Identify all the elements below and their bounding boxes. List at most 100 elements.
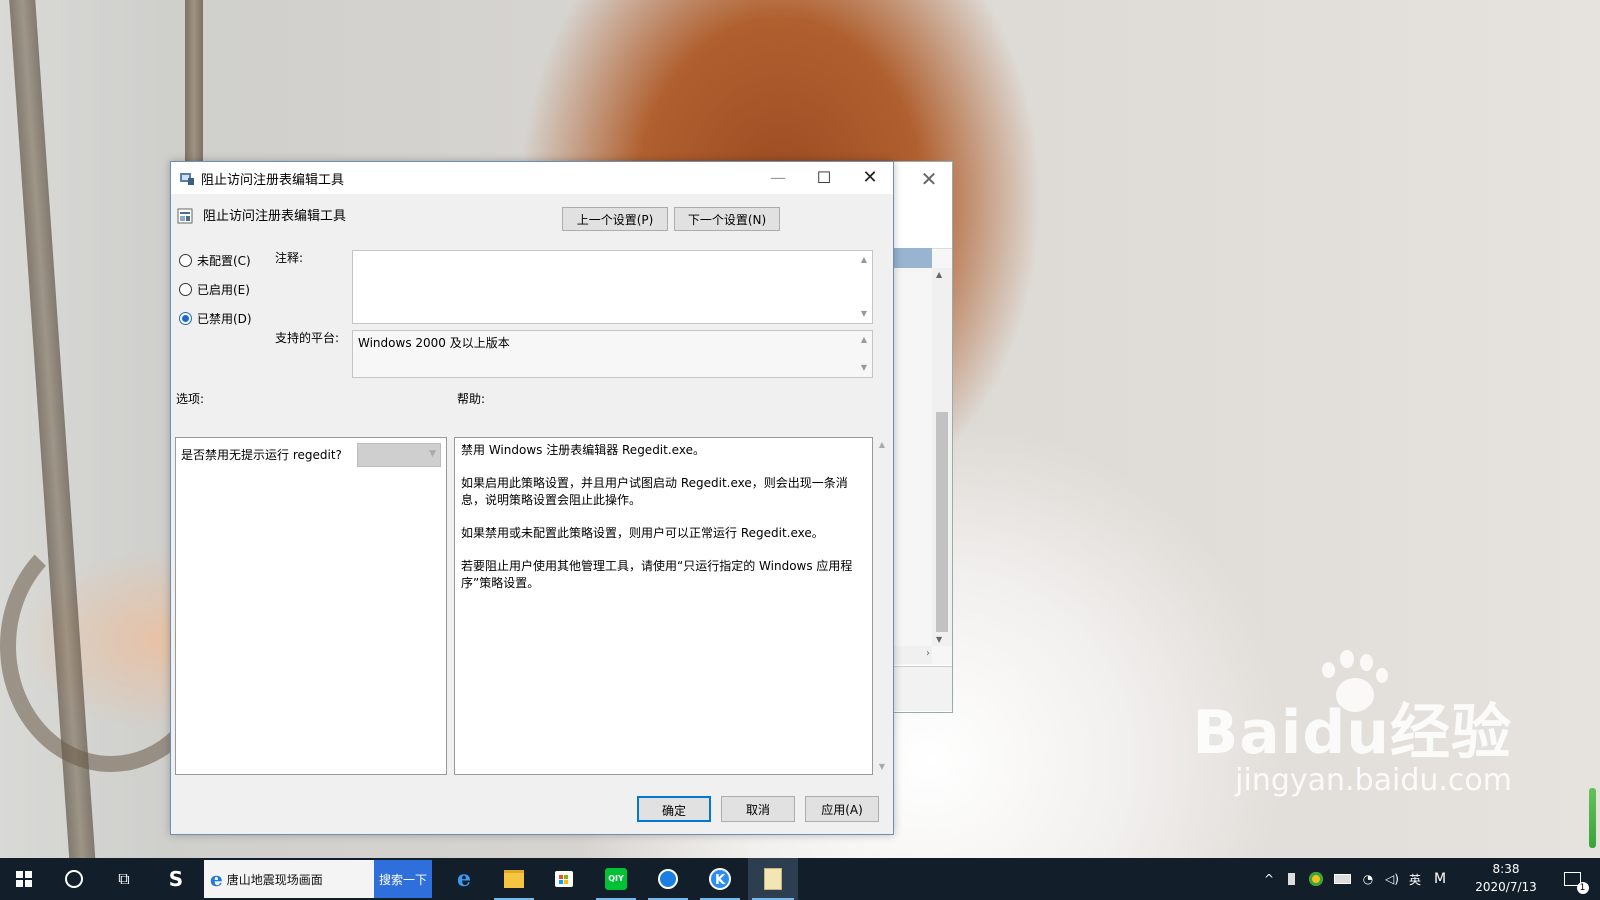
radio-disabled[interactable] <box>179 311 192 325</box>
supported-platform-box: Windows 2000 及以上版本 ▲ ▼ <box>352 330 873 378</box>
dialog-titlebar[interactable]: 阻止访问注册表编辑工具 — ☐ ✕ <box>171 162 893 194</box>
options-label: 选项: <box>176 392 205 406</box>
help-label: 帮助: <box>457 392 486 406</box>
browser-app-icon <box>658 869 678 889</box>
options-pane: 是否禁用无提示运行 regedit? ▼ <box>175 437 447 775</box>
folder-icon <box>504 870 524 888</box>
ime-mode-button[interactable]: M <box>1428 858 1452 900</box>
tray-volume[interactable]: ◁) <box>1380 858 1404 900</box>
help-paragraph: 如果启用此策略设置，并且用户试图启动 Regedit.exe，则会出现一条消息，… <box>461 476 848 507</box>
option-dropdown[interactable]: ▼ <box>357 443 441 467</box>
help-paragraph: 如果禁用或未配置此策略设置，则用户可以正常运行 Regedit.exe。 <box>461 526 824 540</box>
scroll-up-icon[interactable]: ▲ <box>856 333 872 347</box>
previous-setting-button[interactable]: 上一个设置(P) <box>562 207 668 231</box>
help-scrollbar[interactable]: ▲ ▼ <box>874 437 890 775</box>
kugou-music-icon: K <box>709 868 731 890</box>
taskbar-app-edge[interactable]: e <box>440 858 488 900</box>
scroll-down-icon[interactable]: ▼ <box>856 307 872 321</box>
radio-not-configured-row[interactable]: 未配置(C) <box>179 250 251 270</box>
help-pane: 禁用 Windows 注册表编辑器 Regedit.exe。 如果启用此策略设置… <box>454 437 873 775</box>
comment-scrollbar[interactable]: ▲ ▼ <box>856 251 872 323</box>
ime-language-label: 英 <box>1408 872 1421 887</box>
search-button[interactable]: 搜索一下 <box>374 860 432 898</box>
scroll-up-icon[interactable]: ▲ <box>874 437 890 453</box>
taskbar-app-file-explorer[interactable] <box>490 858 538 900</box>
taskbar-app-kugou[interactable]: K <box>696 858 744 900</box>
background-scroll-thumb[interactable] <box>936 412 948 632</box>
action-center-button[interactable]: 1 <box>1552 858 1592 900</box>
notepad-document-icon <box>764 868 782 890</box>
policy-setting-dialog: 阻止访问注册表编辑工具 — ☐ ✕ 阻止访问注册表编辑工具 上一个设置(P) 下… <box>170 161 894 835</box>
option-question: 是否禁用无提示运行 regedit? <box>181 448 342 462</box>
taskbar-app-store[interactable] <box>540 858 588 900</box>
apply-button[interactable]: 应用(A) <box>805 796 879 822</box>
search-input[interactable]: e 唐山地震现场画面 <box>204 860 374 898</box>
scroll-down-icon[interactable]: ▼ <box>936 635 942 644</box>
background-window-close-icon[interactable]: ✕ <box>914 164 944 194</box>
policy-app-icon <box>180 173 194 185</box>
clock-time: 8:38 <box>1492 862 1520 876</box>
usb-device-icon <box>1287 873 1295 885</box>
taskbar-app-browser[interactable] <box>644 858 692 900</box>
notification-icon: 1 <box>1563 872 1589 894</box>
tray-battery[interactable] <box>1330 858 1354 900</box>
help-paragraph: 禁用 Windows 注册表编辑器 Regedit.exe。 <box>461 443 705 457</box>
security-shield-icon <box>1309 872 1323 886</box>
tray-usb[interactable] <box>1280 858 1302 900</box>
speaker-icon: ◁) <box>1385 872 1399 886</box>
scroll-down-icon[interactable]: ▼ <box>874 759 890 775</box>
comment-textarea[interactable]: ▲ ▼ <box>352 250 873 324</box>
close-icon[interactable]: ✕ <box>847 162 893 194</box>
edge-browser-icon: e <box>457 866 471 892</box>
wifi-icon: ◔ <box>1362 872 1374 886</box>
ime-language-button[interactable]: 英 <box>1404 858 1426 900</box>
notification-count: 1 <box>1576 882 1589 894</box>
taskbar-app-iqiyi[interactable]: QIY <box>592 858 640 900</box>
radio-enabled-row[interactable]: 已启用(E) <box>179 279 250 299</box>
taskbar-clock[interactable]: 8:38 2020/7/13 <box>1466 860 1546 898</box>
cortana-circle-icon <box>65 870 83 888</box>
dialog-window-title: 阻止访问注册表编辑工具 <box>201 173 345 188</box>
scroll-right-icon[interactable]: › <box>926 648 930 659</box>
maximize-icon[interactable]: ☐ <box>801 162 847 194</box>
start-button[interactable] <box>0 858 48 900</box>
tray-security[interactable] <box>1304 858 1328 900</box>
radio-disabled-label[interactable]: 已禁用(D) <box>197 310 252 327</box>
comment-label: 注释: <box>275 251 304 265</box>
scroll-down-icon[interactable]: ▼ <box>856 361 872 375</box>
scroll-up-icon[interactable]: ▲ <box>856 253 872 267</box>
chevron-down-icon[interactable]: ▼ <box>429 449 436 459</box>
radio-enabled[interactable] <box>179 282 192 296</box>
wallpaper-hose <box>185 0 203 170</box>
next-setting-button[interactable]: 下一个设置(N) <box>674 207 780 231</box>
tray-network[interactable]: ◔ <box>1356 858 1380 900</box>
taskbar-app-policy-editor[interactable] <box>748 858 798 900</box>
cortana-button[interactable] <box>50 858 98 900</box>
platform-scrollbar[interactable]: ▲ ▼ <box>856 331 872 377</box>
minimize-icon[interactable]: — <box>755 162 801 194</box>
ok-button[interactable]: 确定 <box>637 796 711 822</box>
task-view-button[interactable]: ⧉ <box>100 858 148 900</box>
radio-disabled-row[interactable]: 已禁用(D) <box>179 308 252 328</box>
help-paragraph: 若要阻止用户使用其他管理工具，请使用“只运行指定的 Windows 应用程序”策… <box>461 559 853 590</box>
policy-title: 阻止访问注册表编辑工具 <box>203 209 347 224</box>
radio-enabled-label[interactable]: 已启用(E) <box>197 281 250 298</box>
taskbar-app-sogou[interactable]: S <box>152 858 200 900</box>
sogou-app-icon: S <box>168 867 184 891</box>
watermark-url-text: jingyan.baidu.com <box>1235 763 1512 798</box>
supported-platform-label: 支持的平台: <box>275 331 340 345</box>
scroll-up-icon[interactable]: ▲ <box>936 270 942 279</box>
policy-setting-icon <box>177 208 193 224</box>
clock-date: 2020/7/13 <box>1475 880 1537 894</box>
supported-platform-value: Windows 2000 及以上版本 <box>358 336 510 350</box>
radio-not-configured[interactable] <box>179 253 192 267</box>
iqiyi-icon: QIY <box>605 868 627 890</box>
baidu-watermark: Baidu经验 jingyan.baidu.com <box>1193 702 1512 798</box>
ime-mode-label: M <box>1433 871 1447 887</box>
edge-scroll-indicator <box>1589 788 1596 848</box>
show-hidden-icons-button[interactable]: ^ <box>1258 858 1280 900</box>
store-bag-icon <box>555 871 573 887</box>
cancel-button[interactable]: 取消 <box>721 796 795 822</box>
chevron-up-icon: ^ <box>1263 872 1275 886</box>
radio-not-configured-label[interactable]: 未配置(C) <box>197 252 251 269</box>
